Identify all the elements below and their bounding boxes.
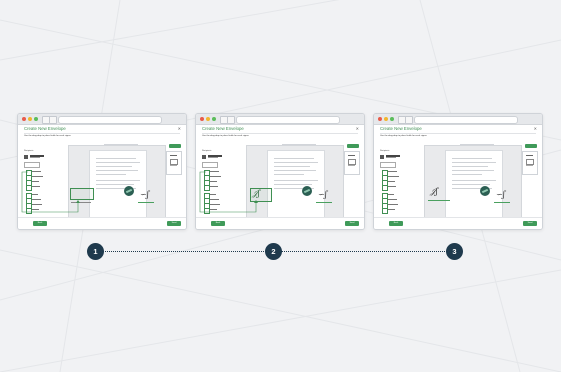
field-type-label-placeholder	[388, 186, 396, 188]
field-properties-panel	[344, 151, 360, 175]
recipient-email-placeholder	[386, 157, 396, 159]
signer-signature-mark: 𝒥ʃ	[430, 187, 438, 196]
step-window-1: Create New Envelope ✕ Use the drag-drop to…	[17, 113, 187, 230]
recipient-select[interactable]	[380, 162, 396, 168]
field-type-item[interactable]	[382, 175, 412, 181]
send-button-label: Send	[349, 221, 355, 224]
dotted-connector-2-3	[281, 251, 447, 252]
signature-mark: ∽ʃ	[496, 190, 505, 199]
drag-guide-arrows	[21, 171, 80, 213]
browser-chrome	[374, 114, 542, 125]
step-number-1: 1	[87, 243, 104, 260]
back-button-label: Back	[37, 221, 43, 224]
field-type-label-placeholder	[388, 209, 395, 211]
forward-nav-icon[interactable]	[405, 116, 413, 124]
company-seal-icon	[480, 186, 490, 196]
minimize-window-dot-icon[interactable]	[384, 117, 388, 121]
field-type-icon	[382, 208, 388, 214]
field-type-item[interactable]	[382, 180, 412, 186]
field-type-label-placeholder	[388, 199, 397, 201]
document-canvas	[424, 145, 522, 225]
step-window-3: Create New Envelope ✕ Use the drag-drop to…	[373, 113, 543, 230]
back-button-label: Back	[393, 221, 399, 224]
recipients-label: Recipients	[380, 150, 390, 152]
field-type-item[interactable]	[382, 170, 412, 176]
field-properties-panel	[522, 151, 538, 175]
maximize-window-dot-icon[interactable]	[390, 117, 394, 121]
back-button-label: Back	[215, 221, 221, 224]
send-button[interactable]: Send	[167, 221, 181, 226]
field-type-item[interactable]	[382, 198, 412, 204]
close-icon[interactable]: ✕	[534, 126, 537, 131]
signature-line	[494, 202, 510, 203]
document-text-line	[452, 174, 482, 176]
field-type-icon	[382, 185, 388, 191]
send-button[interactable]: Send	[523, 221, 537, 226]
dotted-connector-1-2	[103, 251, 266, 252]
field-type-item[interactable]	[382, 208, 412, 214]
recipient-item[interactable]	[380, 155, 410, 160]
drag-guide-arrows	[199, 171, 258, 213]
document-text-line	[452, 170, 494, 172]
step-number-2: 2	[265, 243, 282, 260]
back-button[interactable]: Back	[211, 221, 225, 226]
document-text-line	[452, 162, 496, 164]
back-button[interactable]: Back	[389, 221, 403, 226]
step-window-2: Create New Envelope ✕ Use the drag-drop to…	[195, 113, 365, 230]
field-type-label-placeholder	[388, 194, 394, 196]
document-text-line	[452, 166, 488, 168]
window-title: Create New Envelope	[380, 126, 422, 131]
send-button-label: Send	[527, 221, 533, 224]
field-type-label-placeholder	[388, 204, 398, 206]
field-type-item[interactable]	[382, 203, 412, 209]
instruction-text: Use the drag-drop to place fields for ea…	[380, 135, 427, 137]
signer-signature-line	[428, 200, 450, 201]
send-button[interactable]: Send	[345, 221, 359, 226]
close-window-dot-icon[interactable]	[378, 117, 382, 121]
field-properties-panel	[166, 151, 182, 175]
step-number-3: 3	[446, 243, 463, 260]
address-bar[interactable]	[414, 116, 518, 124]
back-button[interactable]: Back	[33, 221, 47, 226]
field-type-label-placeholder	[388, 176, 399, 178]
avatar	[380, 155, 384, 159]
field-type-item[interactable]	[382, 193, 412, 199]
document-text-line	[452, 158, 492, 160]
document-text-line	[452, 180, 496, 182]
field-type-label-placeholder	[388, 171, 397, 173]
field-type-label-placeholder	[388, 181, 395, 183]
send-button-label: Send	[171, 221, 177, 224]
recipient-name-placeholder	[386, 155, 400, 157]
field-type-item[interactable]	[382, 185, 412, 191]
document-page	[445, 150, 503, 222]
title-divider	[380, 133, 536, 134]
top-action-button[interactable]	[525, 144, 537, 148]
